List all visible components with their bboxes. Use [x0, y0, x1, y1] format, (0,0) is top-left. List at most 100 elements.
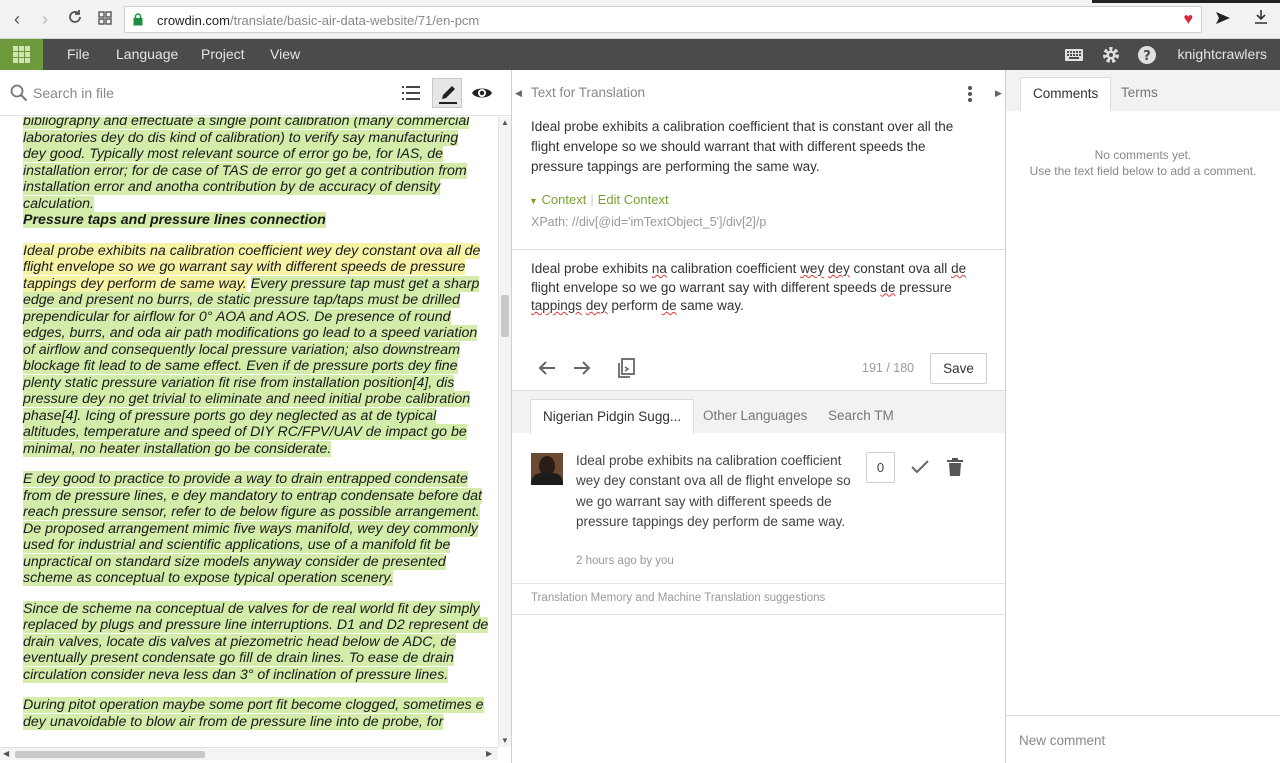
approve-check-icon[interactable] — [910, 457, 930, 477]
translated-string[interactable]: Since de scheme na conceptual de valves … — [23, 600, 489, 683]
reload-icon[interactable] — [65, 9, 85, 29]
scroll-right-arrow[interactable]: ▶ — [486, 749, 492, 758]
eye-icon — [472, 88, 492, 98]
copy-source-icon[interactable] — [615, 356, 639, 380]
apps-grid-icon[interactable] — [95, 9, 115, 29]
paragraph-valves[interactable]: Since de scheme na conceptual de valves … — [23, 600, 491, 684]
collapse-left-icon[interactable]: ◀ — [515, 88, 522, 99]
apps-menu-button[interactable] — [0, 39, 43, 70]
search-in-file-input[interactable] — [33, 83, 373, 103]
menu-file[interactable]: File — [67, 46, 90, 62]
translation-pane: ◀ Text for Translation ▶ Ideal probe exh… — [512, 70, 1006, 763]
translation-segment: calibration coefficient — [666, 261, 801, 276]
translation-segment: Ideal probe exhibits — [531, 261, 652, 276]
translated-string[interactable]: Every pressure tap must get a sharp edge… — [23, 275, 480, 457]
previous-string-icon[interactable] — [535, 356, 559, 380]
download-icon[interactable] — [1251, 9, 1271, 29]
list-view-button[interactable] — [396, 78, 426, 108]
translated-string[interactable]: E dey good to practice to provide a way … — [23, 471, 483, 586]
username-menu[interactable]: knightcrawlers — [1178, 46, 1267, 62]
translation-segment: same way. — [676, 298, 744, 313]
list-icon — [402, 86, 420, 100]
tab-search-tm[interactable]: Search TM — [816, 399, 906, 434]
horizontal-scrollbar[interactable]: ◀ ▶ — [0, 747, 498, 760]
vote-count[interactable]: 0 — [866, 452, 895, 483]
preview-button[interactable] — [467, 78, 497, 108]
pencil-icon — [439, 86, 457, 104]
svg-text:?: ? — [1143, 49, 1151, 64]
character-counter: 191 / 180 — [862, 361, 915, 375]
search-icon — [10, 84, 28, 102]
new-comment-box — [1006, 715, 1280, 763]
paragraph-condensate[interactable]: E dey good to practice to provide a way … — [23, 471, 491, 587]
send-icon[interactable] — [1213, 9, 1233, 29]
suggestion-text[interactable]: Ideal probe exhibits na calibration coef… — [576, 451, 851, 532]
translation-segment: flight envelope so we go warrant say wit… — [531, 279, 881, 295]
address-bar[interactable]: crowdin.com/translate/basic-air-data-web… — [124, 6, 1202, 33]
document-viewport: bibliography and effectuate a single poi… — [0, 117, 498, 747]
doc-line: dey good. Typically most relevant source… — [23, 146, 444, 162]
tab-other-languages[interactable]: Other Languages — [691, 399, 819, 434]
no-comments-line: No comments yet. — [1094, 148, 1192, 162]
delete-trash-icon[interactable] — [946, 457, 964, 477]
no-comments-hint: Use the text field below to add a commen… — [1029, 164, 1257, 178]
menu-view[interactable]: View — [270, 46, 300, 62]
settings-gear-icon[interactable] — [1101, 45, 1121, 65]
window-edge — [1092, 0, 1280, 3]
document-content: bibliography and effectuate a single poi… — [23, 117, 491, 744]
avatar — [531, 453, 563, 485]
keyboard-icon[interactable] — [1064, 45, 1084, 65]
vertical-scrollbar[interactable]: ▲ ▼ — [498, 117, 511, 747]
menu-language[interactable]: Language — [116, 46, 178, 62]
translation-segment: pressure — [895, 279, 952, 295]
divider — [512, 614, 1005, 615]
next-string-icon[interactable] — [570, 356, 594, 380]
comments-pane: Comments Terms No comments yet. Use the … — [1006, 70, 1280, 763]
tab-nigerian-pidgin-suggestions[interactable]: Nigerian Pidgin Sugg... — [530, 399, 695, 434]
collapse-right-icon[interactable]: ▶ — [995, 88, 1002, 99]
misspelled-word: de — [951, 261, 967, 276]
back-icon[interactable]: ‹ — [7, 9, 27, 29]
paragraph-pitot[interactable]: During pitot operation maybe some port f… — [23, 697, 491, 730]
scroll-left-arrow[interactable]: ◀ — [3, 749, 9, 758]
doc-line: calculation. — [23, 195, 94, 212]
misspelled-word: tappings — [531, 298, 583, 313]
forward-icon[interactable]: › — [35, 9, 55, 29]
tab-comments[interactable]: Comments — [1020, 77, 1112, 111]
suggestion-item[interactable]: Ideal probe exhibits na calibration coef… — [512, 433, 1005, 584]
hscrollbar-thumb[interactable] — [15, 751, 205, 758]
tm-mt-suggestions-label: Translation Memory and Machine Translati… — [531, 592, 826, 604]
source-string: Ideal probe exhibits a calibration coeff… — [531, 119, 954, 174]
apps-menu-icon — [13, 46, 30, 63]
url-domain: crowdin.com — [157, 13, 230, 28]
scroll-down-arrow[interactable]: ▼ — [501, 736, 509, 745]
new-comment-input[interactable] — [1019, 730, 1269, 750]
misspelled-word: de — [880, 279, 896, 295]
tab-terms[interactable]: Terms — [1109, 77, 1170, 111]
doc-line: installation error and anotha contributi… — [23, 179, 441, 195]
context-row: ▼ Context | Edit Context — [529, 192, 669, 207]
context-toggle[interactable]: ▼ Context — [529, 192, 586, 207]
translation-textarea[interactable]: Ideal probe exhibits na calibration coef… — [531, 260, 981, 316]
section-heading[interactable]: Pressure taps and pressure lines connect… — [23, 212, 491, 229]
paragraph-pressure-taps[interactable]: Ideal probe exhibits na calibration coef… — [23, 242, 491, 458]
scroll-up-arrow[interactable]: ▲ — [501, 118, 509, 127]
suggestions-tabs: Nigerian Pidgin Sugg... Other Languages … — [512, 390, 1005, 434]
browser-toolbar: ‹ › crowdin.com/translate/basic-air-data… — [0, 0, 1280, 39]
scrollbar-thumb[interactable] — [501, 295, 509, 337]
translation-header: ◀ Text for Translation ▶ — [512, 70, 1005, 116]
divider — [512, 249, 1005, 250]
help-icon[interactable]: ? — [1137, 45, 1157, 65]
save-button[interactable]: Save — [930, 353, 987, 384]
menu-project[interactable]: Project — [201, 46, 245, 62]
translated-string[interactable]: During pitot operation maybe some port f… — [23, 697, 484, 730]
edit-view-button[interactable] — [432, 78, 462, 108]
translation-segment: constant ova all — [849, 261, 952, 276]
doc-line: laboratories dey do dis kind of calibrat… — [23, 129, 459, 146]
misspelled-word: dey — [827, 261, 850, 276]
more-options-icon[interactable] — [964, 84, 976, 104]
heart-icon[interactable]: ♥ — [1184, 11, 1194, 29]
paragraph-calibration[interactable]: bibliography and effectuate a single poi… — [23, 117, 491, 212]
url-text: crowdin.com/translate/basic-air-data-web… — [157, 13, 479, 28]
edit-context-link[interactable]: Edit Context — [598, 192, 669, 207]
